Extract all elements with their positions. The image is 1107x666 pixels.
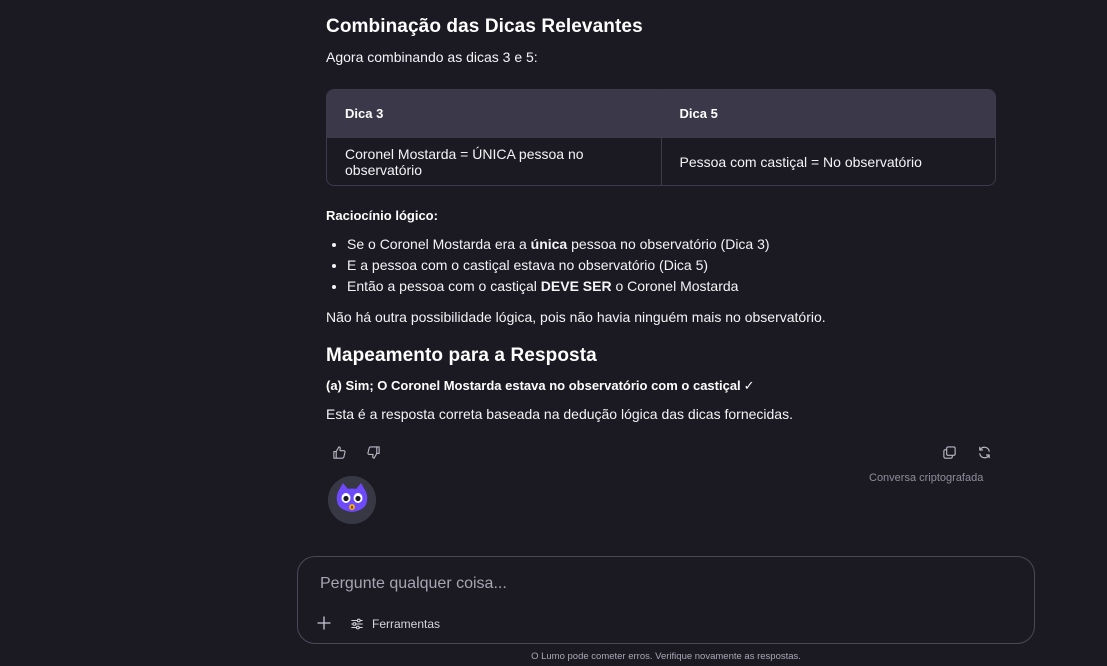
list-item: Então a pessoa com o castiçal DEVE SER o…: [347, 276, 770, 297]
disclaimer: O Lumo pode cometer erros. Verifique nov…: [531, 651, 801, 662]
thumbs-up-icon: [332, 445, 346, 459]
regenerate-button[interactable]: [973, 441, 995, 463]
list-item: Se o Coronel Mostarda era a única pessoa…: [347, 234, 770, 255]
copy-button[interactable]: [938, 441, 960, 463]
list-item-emphasis: DEVE SER: [540, 278, 612, 294]
reasoning-list: Se o Coronel Mostarda era a única pessoa…: [326, 234, 770, 297]
avatar: [328, 476, 376, 524]
answer-text: (a) Sim; O Coronel Mostarda estava no ob…: [326, 378, 741, 393]
check-icon: ✓: [743, 378, 755, 393]
table-row: Coronel Mostarda = ÚNICA pessoa no obser…: [327, 137, 996, 185]
sliders-icon: [351, 618, 363, 630]
heading-mapping: Mapeamento para a Resposta: [326, 345, 597, 366]
clues-table: Dica 3 Dica 5 Coronel Mostarda = ÚNICA p…: [326, 89, 996, 186]
table-cell: Pessoa com castiçal = No observatório: [660, 138, 996, 185]
table-header-row: Dica 3 Dica 5: [327, 90, 995, 137]
tools-button[interactable]: Ferramentas: [350, 615, 440, 633]
heading-combination: Combinação das Dicas Relevantes: [326, 16, 643, 37]
list-item-emphasis: única: [530, 236, 568, 252]
table-header-cell: Dica 3: [345, 106, 384, 121]
answer-line: (a) Sim; O Coronel Mostarda estava no ob…: [326, 378, 755, 394]
list-item-text: Se o Coronel Mostarda era a: [347, 236, 531, 252]
list-item-text: pessoa no observatório (Dica 3): [567, 236, 770, 252]
list-item-text: Então a pessoa com o castiçal: [347, 278, 541, 294]
plus-icon: [317, 616, 331, 630]
prompt-input[interactable]: [318, 574, 1012, 594]
table-cell: Coronel Mostarda = ÚNICA pessoa no obser…: [345, 146, 584, 178]
tools-label: Ferramentas: [372, 617, 441, 631]
add-button[interactable]: [316, 615, 334, 633]
list-item: E a pessoa com o castiçal estava no obse…: [347, 255, 770, 276]
thumbs-down-icon: [366, 445, 380, 459]
thumbs-up-button[interactable]: [328, 441, 350, 463]
copy-icon: [942, 445, 956, 459]
encrypted-label: Conversa criptografada: [869, 472, 984, 484]
lumo-cat-icon: [328, 476, 376, 524]
conclusion-text: Não há outra possibilidade lógica, pois …: [326, 309, 826, 325]
intro-text: Agora combinando as dicas 3 e 5:: [326, 49, 538, 65]
final-text: Esta é a resposta correta baseada na ded…: [326, 406, 793, 422]
list-item-text: E a pessoa com o castiçal estava no obse…: [347, 257, 709, 273]
chat-page: Combinação das Dicas Relevantes Agora co…: [0, 0, 1107, 666]
composer: Ferramentas: [297, 556, 1035, 644]
table-header-cell: Dica 5: [660, 90, 996, 137]
list-item-text: o Coronel Mostarda: [611, 278, 739, 294]
reasoning-label: Raciocínio lógico:: [326, 208, 438, 223]
thumbs-down-button[interactable]: [362, 441, 384, 463]
refresh-icon: [978, 446, 990, 458]
